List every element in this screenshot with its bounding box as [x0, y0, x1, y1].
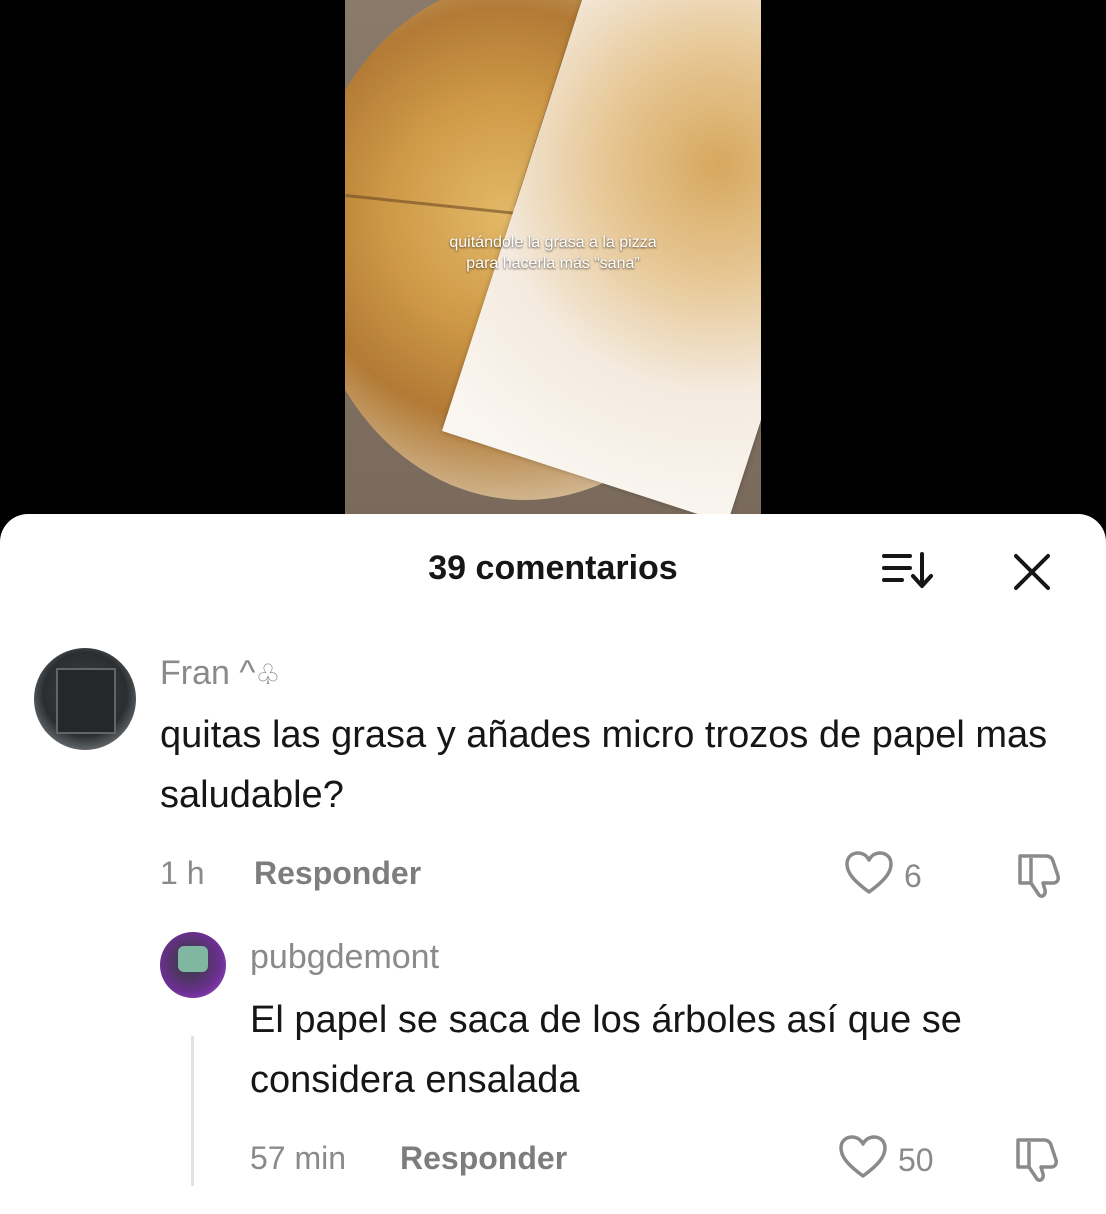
video-caption-line: quitándole la grasa a la pizza: [449, 234, 657, 251]
thread-line: [191, 1036, 194, 1186]
heart-icon[interactable]: [844, 850, 894, 896]
like-count: 50: [898, 1142, 934, 1178]
video-caption: quitándole la grasa a la pizza para hace…: [345, 232, 761, 274]
like-count: 6: [904, 858, 922, 894]
comments-count-title: 39 comentarios: [428, 549, 678, 587]
avatar-image: [178, 946, 208, 972]
avatar[interactable]: [160, 932, 226, 998]
username-text: Fran ^: [160, 654, 256, 692]
avatar-image: [56, 668, 116, 734]
club-symbol: ♧: [255, 659, 281, 690]
sort-icon[interactable]: [880, 548, 936, 592]
reply-button[interactable]: Responder: [400, 1140, 567, 1177]
comment-text: El papel se saca de los árboles así que …: [250, 999, 962, 1101]
comment-text: quitas las grasa y añades micro trozos d…: [160, 714, 1048, 816]
comment-username[interactable]: pubgdemont: [250, 938, 439, 977]
heart-icon[interactable]: [838, 1134, 888, 1180]
thumbs-down-icon[interactable]: [1010, 1134, 1062, 1184]
video-caption-line: para hacerla más “sana”: [466, 255, 640, 272]
comment-username[interactable]: Fran ^♧: [160, 654, 280, 693]
avatar[interactable]: [34, 648, 136, 750]
comment-timestamp: 57 min: [250, 1140, 347, 1176]
thumbs-down-icon[interactable]: [1012, 850, 1064, 900]
comment-timestamp: 1 h: [160, 855, 205, 891]
username-text: pubgdemont: [250, 938, 440, 976]
close-icon[interactable]: [1010, 550, 1054, 594]
reply-button[interactable]: Responder: [254, 855, 421, 892]
video-player[interactable]: quitándole la grasa a la pizza para hace…: [0, 0, 1106, 520]
